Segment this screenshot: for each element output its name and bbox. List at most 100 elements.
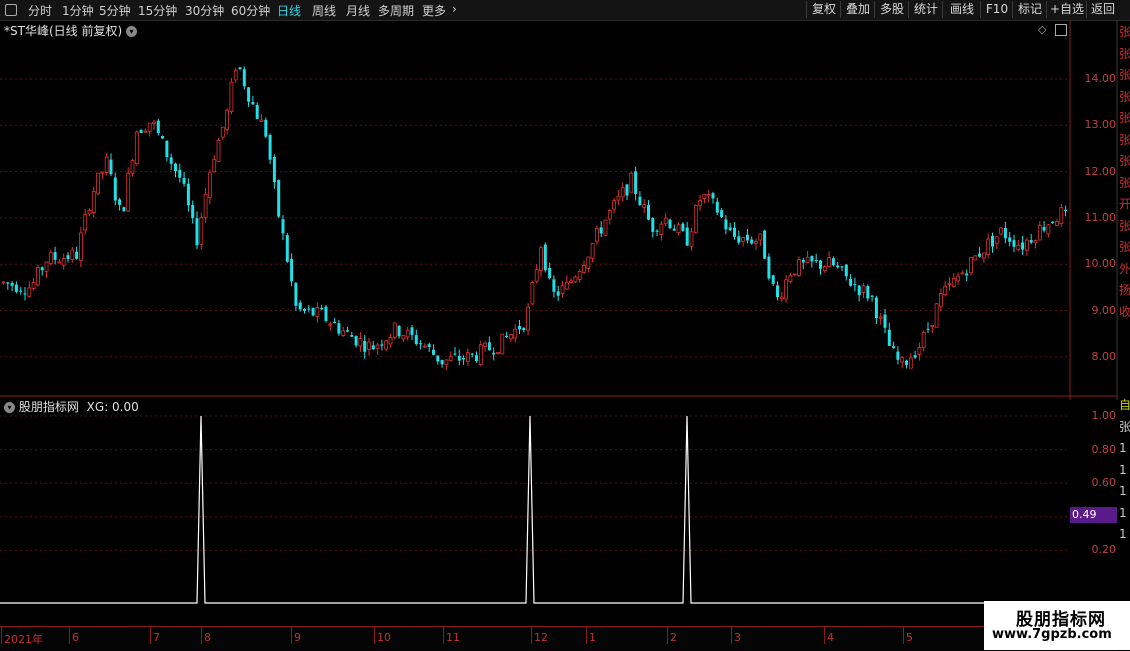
candle-body xyxy=(779,296,784,300)
candle-body xyxy=(539,247,543,271)
candle-body xyxy=(1,281,6,284)
candle-body xyxy=(577,270,582,280)
candle-body xyxy=(281,219,285,234)
date-divider xyxy=(586,626,587,644)
candle-body xyxy=(6,282,10,284)
candle-body xyxy=(887,329,891,346)
candle-body xyxy=(203,193,208,219)
candle-body xyxy=(973,255,978,261)
candle-body xyxy=(939,293,943,307)
candle-body xyxy=(272,157,276,183)
candle-body xyxy=(216,139,221,163)
candle-body xyxy=(380,344,384,346)
candle-body xyxy=(303,309,306,311)
candle-body xyxy=(14,284,18,292)
site-watermark: 股朋指标网 www.7gpzb.com xyxy=(984,601,1130,650)
candle-body xyxy=(870,295,874,297)
candle-body xyxy=(853,284,857,286)
candle-body xyxy=(982,252,986,259)
date-tick: 2021年 xyxy=(4,633,43,646)
indicator-tick: 1.00 xyxy=(1091,409,1117,422)
candle-body xyxy=(178,169,182,178)
price-tick: 10.00 xyxy=(1084,257,1117,271)
indicator-chart[interactable] xyxy=(0,396,1070,636)
candle-body xyxy=(255,104,259,119)
candle-body xyxy=(156,120,160,134)
candle-body xyxy=(595,227,599,242)
candle-body xyxy=(556,291,560,296)
candle-body xyxy=(328,323,333,326)
price-tick: 14.00 xyxy=(1084,72,1117,85)
candle-body xyxy=(83,213,88,231)
candle-body xyxy=(161,136,165,139)
candle-body xyxy=(801,259,805,263)
candle-body xyxy=(113,177,117,201)
candle-body xyxy=(831,258,835,266)
candle-body xyxy=(625,184,629,196)
candle-body xyxy=(849,278,853,286)
candle-body xyxy=(900,357,905,363)
candle-body xyxy=(358,338,363,347)
candle-body xyxy=(268,135,272,160)
candle-body xyxy=(392,322,397,338)
candle-body xyxy=(122,207,126,212)
candle-body xyxy=(892,346,896,349)
candle-body xyxy=(543,244,547,271)
candle-body xyxy=(629,172,634,193)
date-tick: 2 xyxy=(670,631,677,644)
indicator-tick: 0.20 xyxy=(1091,543,1117,557)
candle-body xyxy=(294,282,298,306)
candle-body xyxy=(350,335,354,337)
candle-body xyxy=(522,328,526,331)
candle-body xyxy=(702,193,707,199)
candle-body xyxy=(715,201,719,213)
date-axis xyxy=(0,626,1117,651)
date-divider xyxy=(291,626,292,644)
side-panel-char-lower: 张 xyxy=(1119,419,1130,434)
candle-body xyxy=(908,357,913,369)
side-panel-char: 张 xyxy=(1119,25,1130,39)
candle-body xyxy=(857,285,861,296)
candle-body xyxy=(384,340,389,350)
candle-body xyxy=(419,343,423,345)
candle-body xyxy=(1055,221,1059,226)
candle-body xyxy=(905,360,908,365)
candle-body xyxy=(31,282,36,289)
candle-body xyxy=(797,259,801,276)
side-panel-char: 扬 xyxy=(1119,283,1130,297)
date-tick: 11 xyxy=(446,631,460,644)
candle-body xyxy=(311,308,315,316)
date-tick: 3 xyxy=(734,631,741,644)
candle-body xyxy=(883,314,887,328)
candle-body xyxy=(534,269,539,282)
candle-body xyxy=(934,303,939,328)
candle-body xyxy=(346,330,349,332)
candle-body xyxy=(401,335,406,340)
candle-body xyxy=(737,236,741,243)
candle-body xyxy=(363,340,367,352)
candle-body xyxy=(698,200,702,206)
candle-body xyxy=(874,297,878,319)
candle-body xyxy=(564,281,569,290)
candle-body xyxy=(19,290,23,292)
price-tick: 9.00 xyxy=(1091,303,1117,317)
candle-body xyxy=(810,255,814,262)
candle-body xyxy=(720,210,724,217)
candle-body xyxy=(840,266,844,268)
candle-body xyxy=(53,251,57,260)
candle-body xyxy=(414,335,418,345)
candlestick-chart[interactable] xyxy=(0,0,1130,400)
date-tick: 7 xyxy=(153,631,160,644)
date-divider xyxy=(443,626,444,644)
candle-body xyxy=(285,235,289,262)
candle-body xyxy=(75,251,79,259)
candle-body xyxy=(607,210,612,220)
side-panel-char: 张 xyxy=(1119,154,1130,168)
candle-body xyxy=(405,329,410,338)
candle-body xyxy=(432,349,435,355)
side-panel-char: 外 xyxy=(1119,261,1130,276)
candle-body xyxy=(453,353,457,355)
candle-body xyxy=(220,126,225,138)
candle-body xyxy=(134,131,139,165)
candle-body xyxy=(10,282,14,286)
